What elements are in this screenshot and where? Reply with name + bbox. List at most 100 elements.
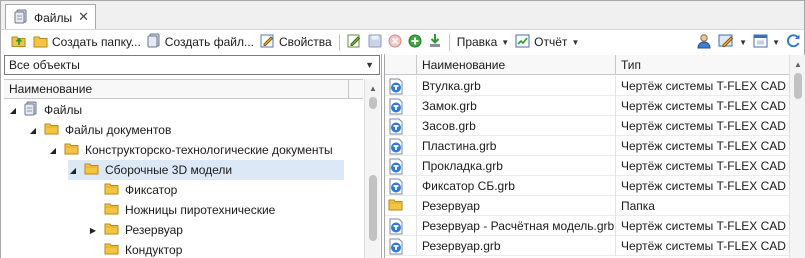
file-type: Чертёж системы T-FLEX CAD: [621, 219, 786, 233]
cell-divider: [615, 196, 616, 216]
tree-node[interactable]: Ножницы пиротехнические: [88, 200, 275, 220]
tab-close-icon[interactable]: ✕: [78, 9, 89, 25]
up-folder-button[interactable]: [8, 31, 30, 53]
tree-node-label: Конструкторско-технологические документы: [85, 143, 333, 157]
table-row[interactable]: Резервуар Папка: [385, 196, 789, 216]
toolbar: Создать папку... Создать файл... Свойств…: [0, 29, 805, 54]
cell-divider: [416, 236, 417, 256]
file-type: Папка: [621, 199, 655, 213]
file-type: Чертёж системы T-FLEX CAD: [621, 79, 786, 93]
tab-files-label: Файлы: [34, 10, 73, 25]
expand-triangle-icon[interactable]: ◢: [28, 126, 38, 135]
file-name: Пластина.grb: [422, 139, 497, 153]
cell-divider: [615, 116, 616, 136]
download-button[interactable]: [425, 31, 445, 53]
edit-menu[interactable]: Правка ▼: [454, 31, 512, 53]
tab-strip: Файлы ✕: [0, 0, 805, 30]
scroll-thumb[interactable]: [794, 73, 802, 99]
report-chart-icon: [515, 34, 530, 51]
chevron-down-icon: ▼: [772, 37, 780, 47]
tree-node[interactable]: ▶ Резервуар: [88, 220, 183, 240]
cell-divider: [416, 156, 417, 176]
column-divider: [615, 55, 616, 75]
object-filter-select[interactable]: Все объекты ▼: [4, 55, 380, 75]
user-button[interactable]: [693, 31, 715, 53]
tab-files[interactable]: Файлы ✕: [5, 4, 96, 30]
tree-node[interactable]: ◢ Файлы: [8, 100, 82, 120]
files-scrollbar[interactable]: ▲: [789, 55, 805, 258]
cell-divider: [416, 196, 417, 216]
edit-button[interactable]: [344, 31, 365, 53]
file-type: Чертёж системы T-FLEX CAD: [621, 179, 786, 193]
properties-button[interactable]: Свойства: [257, 31, 335, 53]
table-row[interactable]: Прокладка.grb Чертёж системы T-FLEX CAD: [385, 156, 789, 176]
tree-node[interactable]: ◢ Сборочные 3D модели: [68, 160, 344, 180]
column-divider: [416, 55, 417, 75]
files-column-header: Наименование Тип: [385, 55, 789, 75]
delete-icon: [388, 34, 402, 51]
table-row[interactable]: Замок.grb Чертёж системы T-FLEX CAD: [385, 96, 789, 116]
table-row[interactable]: Резервуар.grb Чертёж системы T-FLEX CAD: [385, 236, 789, 256]
scroll-up-icon[interactable]: ▲: [369, 84, 377, 93]
add-button[interactable]: [405, 31, 425, 53]
download-icon: [428, 33, 442, 51]
report-menu[interactable]: Отчёт ▼: [512, 31, 582, 53]
cell-divider: [615, 236, 616, 256]
view-mode-button[interactable]: ▼: [715, 31, 750, 53]
chevron-down-icon: ▼: [501, 37, 510, 47]
folder-icon: [44, 122, 59, 138]
add-icon: [408, 34, 422, 51]
window-button[interactable]: ▼: [750, 31, 783, 53]
file-name: Резервуар: [422, 199, 480, 213]
files-header-name[interactable]: Наименование: [422, 58, 505, 72]
tree-scrollbar[interactable]: ▲: [364, 79, 380, 258]
file-name: Прокладка.grb: [422, 159, 503, 173]
file-name: Замок.grb: [422, 99, 477, 113]
chevron-down-icon: ▼: [571, 37, 580, 47]
folder-icon: [104, 222, 119, 238]
tflex-drawing-icon: [388, 158, 404, 178]
folder-tree: ◢ Файлы ◢ Файлы документов ◢ Конструкторско-т…: [4, 100, 363, 258]
tflex-drawing-icon: [388, 98, 404, 118]
file-name: Фиксатор СБ.grb: [422, 179, 515, 193]
tflex-drawing-icon: [388, 138, 404, 158]
files-header-type[interactable]: Тип: [621, 58, 641, 72]
tree-node-label: Резервуар: [125, 223, 183, 237]
tree-node[interactable]: ◢ Файлы документов: [28, 120, 171, 140]
table-row[interactable]: Фиксатор СБ.grb Чертёж системы T-FLEX CAD: [385, 176, 789, 196]
expand-triangle-icon[interactable]: ◢: [68, 166, 78, 175]
chevron-down-icon: ▼: [365, 60, 374, 70]
tree-column-header[interactable]: Наименование: [4, 79, 363, 99]
tflex-drawing-icon: [388, 178, 404, 198]
tree-header-name: Наименование: [9, 82, 93, 96]
new-file-icon: [147, 33, 161, 51]
file-type: Чертёж системы T-FLEX CAD: [621, 99, 786, 113]
tree-node[interactable]: ◢ Конструкторско-технологические документ…: [48, 140, 333, 160]
tree-node[interactable]: Кондуктор: [88, 240, 182, 258]
refresh-button[interactable]: [783, 31, 804, 53]
tree-node[interactable]: Фиксатор: [88, 180, 177, 200]
cell-divider: [416, 76, 417, 96]
collapsed-triangle-icon[interactable]: ▶: [88, 226, 98, 235]
expand-triangle-icon[interactable]: ◢: [8, 106, 18, 115]
file-name: Резервуар - Расчётная модель.grb: [422, 219, 615, 233]
create-folder-button[interactable]: Создать папку...: [30, 31, 144, 53]
table-row[interactable]: Засов.grb Чертёж системы T-FLEX CAD: [385, 116, 789, 136]
cell-divider: [615, 96, 616, 116]
scroll-up-icon[interactable]: ▲: [794, 60, 802, 69]
cell-divider: [416, 136, 417, 156]
create-folder-label: Создать папку...: [52, 35, 141, 49]
create-file-button[interactable]: Создать файл...: [144, 31, 257, 53]
expand-triangle-icon[interactable]: ◢: [48, 146, 58, 155]
cell-divider: [416, 96, 417, 116]
delete-button[interactable]: [385, 31, 405, 53]
cell-divider: [615, 156, 616, 176]
scroll-thumb[interactable]: [369, 97, 377, 109]
cell-divider: [615, 216, 616, 236]
scroll-thumb[interactable]: [369, 175, 377, 241]
file-name: Засов.grb: [422, 119, 476, 133]
save-button[interactable]: [365, 31, 385, 53]
table-row[interactable]: Втулка.grb Чертёж системы T-FLEX CAD: [385, 76, 789, 96]
table-row[interactable]: Пластина.grb Чертёж системы T-FLEX CAD: [385, 136, 789, 156]
table-row[interactable]: Резервуар - Расчётная модель.grb Чертёж с…: [385, 216, 789, 236]
